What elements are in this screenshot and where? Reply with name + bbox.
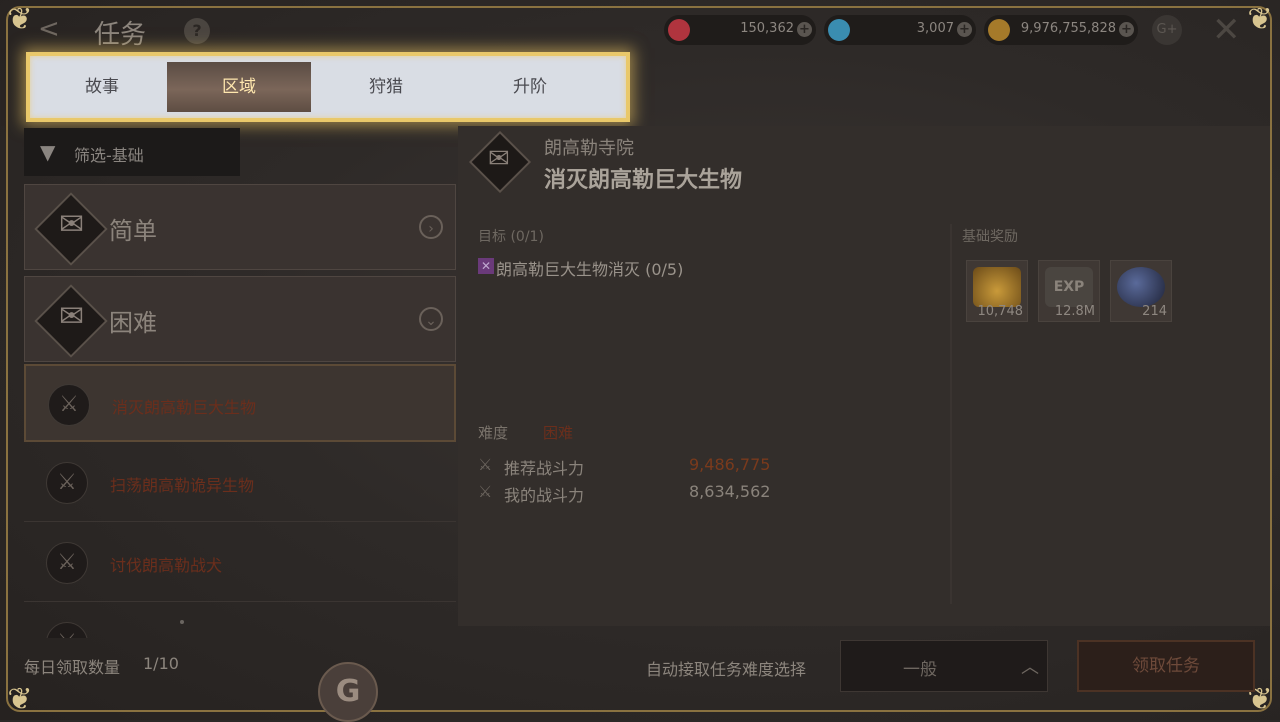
- reward-value: 10,748: [977, 304, 1024, 319]
- recommended-power-value: 9,486,775: [689, 455, 771, 474]
- daily-accept-count: 1/10: [143, 654, 179, 673]
- objective-checkbox-icon: ✕: [478, 258, 494, 274]
- scroll-icon: ✉: [59, 207, 85, 242]
- recommended-power-label: 推荐战斗力: [504, 459, 585, 478]
- divider: [950, 224, 952, 604]
- reward-value: 214: [1142, 304, 1167, 319]
- crossed-swords-icon: ⚔: [478, 455, 493, 474]
- quest-label: 讨伐朗高勒战犬: [110, 556, 223, 575]
- diamond-icon: [828, 19, 850, 41]
- currency-diamond: 3,007 +: [824, 15, 976, 45]
- reward-label: 基础奖励: [962, 229, 1018, 245]
- exp-icon: EXP: [1045, 267, 1093, 307]
- chevron-down-icon: ⌄: [419, 307, 443, 331]
- difficulty-value: 困难: [543, 424, 574, 442]
- reward-orb[interactable]: 214: [1110, 260, 1172, 322]
- back-arrow-icon[interactable]: <: [38, 14, 60, 44]
- my-power-label: 我的战斗力: [504, 486, 585, 505]
- currency-gold: 9,976,755,828 +: [984, 15, 1138, 45]
- corner-ornament-icon: ❦: [1247, 2, 1273, 37]
- filter-icon: ▼: [40, 140, 56, 164]
- filter-label: 筛选-基础: [74, 146, 144, 165]
- category-label: 困难: [109, 309, 157, 337]
- gold-coins-icon: [973, 267, 1021, 307]
- tab-story[interactable]: 故事: [34, 62, 170, 112]
- ruby-icon: [668, 19, 690, 41]
- crossed-swords-icon: ⚔: [46, 622, 88, 638]
- g-plus-button[interactable]: G+: [1152, 15, 1182, 45]
- corner-ornament-icon: ❦: [7, 2, 33, 37]
- quest-label: 消灭朗高勒巨大生物: [112, 398, 257, 417]
- category-label: 简单: [109, 217, 157, 245]
- currency-value: 150,362: [740, 21, 794, 36]
- accept-quest-button[interactable]: 领取任务: [1077, 640, 1255, 692]
- crossed-swords-icon: ⚔: [46, 462, 88, 504]
- difficulty-select[interactable]: 一般 ︿: [840, 640, 1048, 692]
- objective-text: 朗高勒巨大生物消灭 (0/5): [496, 260, 684, 279]
- scroll-icon: ✉: [59, 299, 85, 334]
- tab-hunt[interactable]: 狩猎: [314, 62, 458, 112]
- quest-item[interactable]: ⚔ 消灭朗高勒巨大生物: [24, 364, 456, 442]
- quest-detail-panel: [458, 126, 1270, 626]
- scroll-icon: ✉: [488, 144, 510, 174]
- currency-value: 3,007: [916, 21, 954, 36]
- close-icon[interactable]: ✕: [1212, 10, 1241, 50]
- add-gold-button[interactable]: +: [1119, 22, 1134, 37]
- quest-location: 朗高勒寺院: [544, 138, 634, 159]
- orb-icon: [1117, 267, 1165, 307]
- quest-item-partial[interactable]: ⚔: [24, 604, 456, 638]
- quest-title: 消灭朗高勒巨大生物: [544, 168, 743, 193]
- corner-ornament-icon: ❦: [7, 682, 33, 717]
- reward-gold[interactable]: 10,748: [966, 260, 1028, 322]
- quest-item[interactable]: ⚔ 讨伐朗高勒战犬: [24, 524, 456, 602]
- difficulty-select-value: 一般: [903, 660, 937, 680]
- quest-label: 扫荡朗高勒诡异生物: [110, 476, 255, 495]
- my-power-value: 8,634,562: [689, 482, 771, 501]
- auto-accept-label: 自动接取任务难度选择: [646, 660, 807, 679]
- crossed-swords-icon: ⚔: [48, 384, 90, 426]
- reward-value: 12.8M: [1054, 304, 1095, 319]
- category-easy[interactable]: ✉ 简单 ›: [24, 184, 456, 270]
- tab-bar: 故事 区域 狩猎 升阶: [26, 52, 630, 122]
- tab-ascend[interactable]: 升阶: [458, 62, 602, 112]
- page-title: 任务: [94, 20, 147, 50]
- gold-coin-icon: [988, 19, 1010, 41]
- help-icon[interactable]: ?: [184, 18, 210, 44]
- tab-region[interactable]: 区域: [167, 62, 311, 112]
- crossed-swords-icon: ⚔: [46, 542, 88, 584]
- quest-item[interactable]: ⚔ 扫荡朗高勒诡异生物: [24, 444, 456, 522]
- filter-button[interactable]: ▼ 筛选-基础: [24, 128, 240, 176]
- crossed-swords-icon: ⚔: [478, 482, 493, 501]
- category-hard[interactable]: ✉ 困难 ⌄: [24, 276, 456, 362]
- chevron-right-icon: ›: [419, 215, 443, 239]
- daily-accept-label: 每日领取数量: [24, 658, 121, 677]
- add-diamond-button[interactable]: +: [957, 22, 972, 37]
- currency-value: 9,976,755,828: [1020, 21, 1116, 36]
- difficulty-label: 难度: [478, 424, 509, 442]
- currency-ruby: 150,362 +: [664, 15, 816, 45]
- reward-exp[interactable]: EXP 12.8M: [1038, 260, 1100, 322]
- objective-label: 目标 (0/1): [478, 229, 544, 245]
- add-ruby-button[interactable]: +: [797, 22, 812, 37]
- g-logo-icon[interactable]: G: [318, 662, 378, 722]
- chevron-up-icon: ︿: [1021, 657, 1039, 678]
